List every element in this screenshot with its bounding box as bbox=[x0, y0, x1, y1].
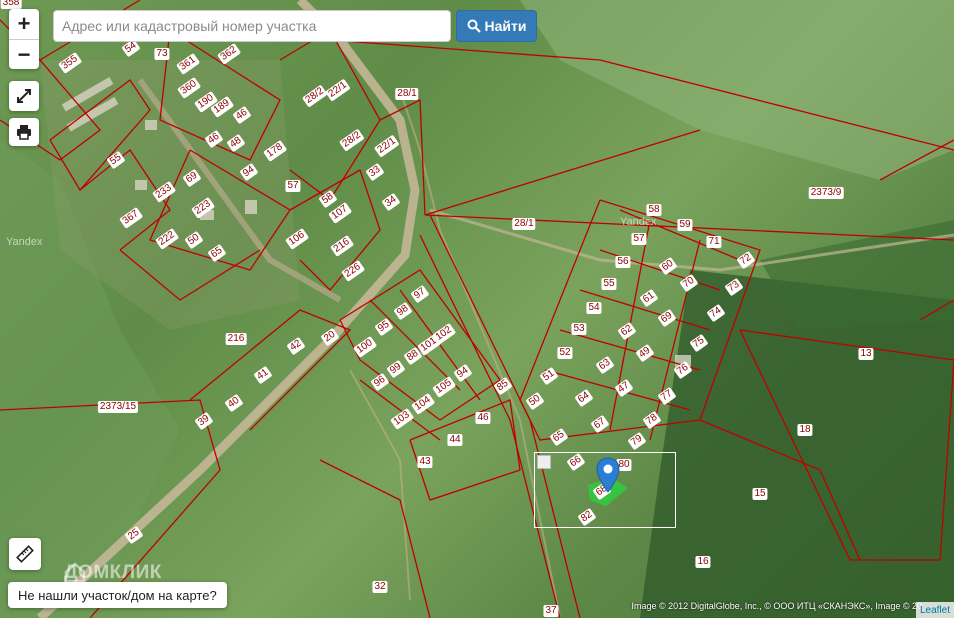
broken-image-icon bbox=[537, 455, 551, 469]
ruler-icon bbox=[16, 545, 34, 563]
search-button-label: Найти bbox=[484, 18, 527, 34]
parcel-label[interactable]: 44 bbox=[447, 434, 463, 446]
parcel-label[interactable]: 18 bbox=[797, 424, 813, 436]
printer-icon bbox=[17, 125, 31, 140]
expand-icon bbox=[17, 89, 31, 103]
parcel-label[interactable]: 13 bbox=[858, 348, 874, 360]
search-input[interactable] bbox=[53, 10, 451, 42]
parcel-label[interactable]: 59 bbox=[677, 219, 693, 231]
parcel-label[interactable]: 32 bbox=[372, 581, 388, 593]
parcel-label[interactable]: 54 bbox=[586, 302, 602, 314]
ruler-button[interactable] bbox=[9, 538, 41, 570]
parcel-label[interactable]: 73 bbox=[154, 48, 170, 60]
map-canvas[interactable]: Yandex Yandex 358 54 73 355 361 362 360 … bbox=[0, 0, 954, 618]
parcel-label[interactable]: 358 bbox=[0, 0, 22, 9]
zoom-out-button[interactable]: − bbox=[9, 39, 39, 69]
not-found-help-button[interactable]: Не нашли участок/дом на карте? bbox=[8, 582, 227, 608]
house-icon bbox=[64, 562, 86, 582]
zoom-control: + − bbox=[9, 9, 39, 69]
map-attribution: Image © 2012 DigitalGlobe, Inc., © ООО И… bbox=[631, 601, 922, 611]
parcel-label[interactable]: 28/1 bbox=[395, 88, 419, 100]
parcel-label[interactable]: 46 bbox=[475, 412, 491, 424]
help-button-label: Не нашли участок/дом на карте? bbox=[18, 587, 217, 603]
yandex-label: Yandex bbox=[620, 216, 657, 228]
parcel-label[interactable]: 57 bbox=[285, 180, 301, 192]
parcel-label[interactable]: 2373/15 bbox=[97, 401, 139, 413]
leaflet-link[interactable]: Leaflet bbox=[915, 602, 954, 618]
parcel-label[interactable]: 55 bbox=[601, 278, 617, 290]
fullscreen-button[interactable] bbox=[9, 81, 39, 111]
parcel-label[interactable]: 37 bbox=[543, 605, 559, 617]
parcel-label[interactable]: 71 bbox=[706, 236, 722, 248]
yandex-label: Yandex bbox=[6, 236, 43, 248]
parcel-label[interactable]: 216 bbox=[225, 333, 247, 345]
map-imagery bbox=[0, 0, 954, 618]
parcel-label[interactable]: 16 bbox=[695, 556, 711, 568]
search-icon bbox=[467, 19, 481, 33]
print-button[interactable] bbox=[9, 118, 39, 146]
leaflet-link-text[interactable]: Leaflet bbox=[920, 605, 950, 616]
parcel-label[interactable]: 57 bbox=[631, 233, 647, 245]
parcel-label[interactable]: 53 bbox=[571, 323, 587, 335]
zoom-in-button[interactable]: + bbox=[9, 9, 39, 39]
search-button[interactable]: Найти bbox=[456, 10, 537, 42]
parcel-label[interactable]: 2373/9 bbox=[808, 187, 844, 199]
parcel-label[interactable]: 15 bbox=[752, 488, 768, 500]
parcel-label[interactable]: 58 bbox=[646, 204, 662, 216]
parcel-label[interactable]: 43 bbox=[417, 456, 433, 468]
domclick-watermark: ДОМКЛИК bbox=[64, 562, 162, 584]
parcel-label[interactable]: 56 bbox=[615, 256, 631, 268]
parcel-label[interactable]: 28/1 bbox=[512, 218, 536, 230]
parcel-label[interactable]: 52 bbox=[557, 347, 573, 359]
